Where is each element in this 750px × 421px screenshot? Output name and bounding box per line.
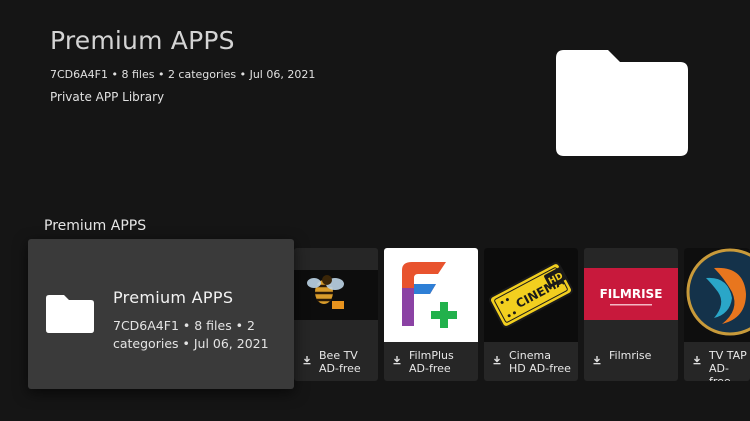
filmplus-logo [384,248,478,342]
folder-icon [46,295,94,333]
svg-text:FILMRISE: FILMRISE [600,287,663,301]
download-icon [493,356,501,365]
download-icon [303,356,311,365]
library-meta: 7CD6A4F1 • 8 files • 2 categories • Jul … [50,68,316,81]
app-card-cinema-hd[interactable]: CINEMA HD Cinema HD AD-free [484,248,578,381]
download-icon [393,356,401,365]
app-card-tv-tap[interactable]: TV TAP AD-free [684,248,750,381]
filmrise-logo: FILMRISE [584,248,678,342]
app-card-filmplus[interactable]: FilmPlus AD-free [384,248,478,381]
app-label: Filmrise [609,349,652,362]
folder-title: Premium APPS [113,288,234,307]
app-card-filmrise[interactable]: FILMRISE Filmrise [584,248,678,381]
download-icon [593,356,601,365]
tv-tap-logo [684,248,750,342]
bee-tv-logo [294,248,378,342]
focused-folder-card[interactable]: Premium APPS 7CD6A4F1 • 8 files • 2 cate… [28,239,294,389]
download-icon [693,356,701,365]
folder-icon [556,50,688,156]
page-title: Premium APPS [50,26,235,55]
section-title: Premium APPS [44,218,147,234]
app-label: Cinema HD AD-free [509,349,571,375]
folder-meta: 7CD6A4F1 • 8 files • 2 categories • Jul … [113,318,269,351]
app-card-bee-tv[interactable]: Bee TV AD-free [294,248,378,381]
app-label: Bee TV AD-free [319,349,361,375]
cinema-hd-logo: CINEMA HD [484,248,578,342]
library-subtitle: Private APP Library [50,90,165,104]
app-label: FilmPlus AD-free [409,349,454,375]
app-label: TV TAP AD-free [709,349,747,381]
